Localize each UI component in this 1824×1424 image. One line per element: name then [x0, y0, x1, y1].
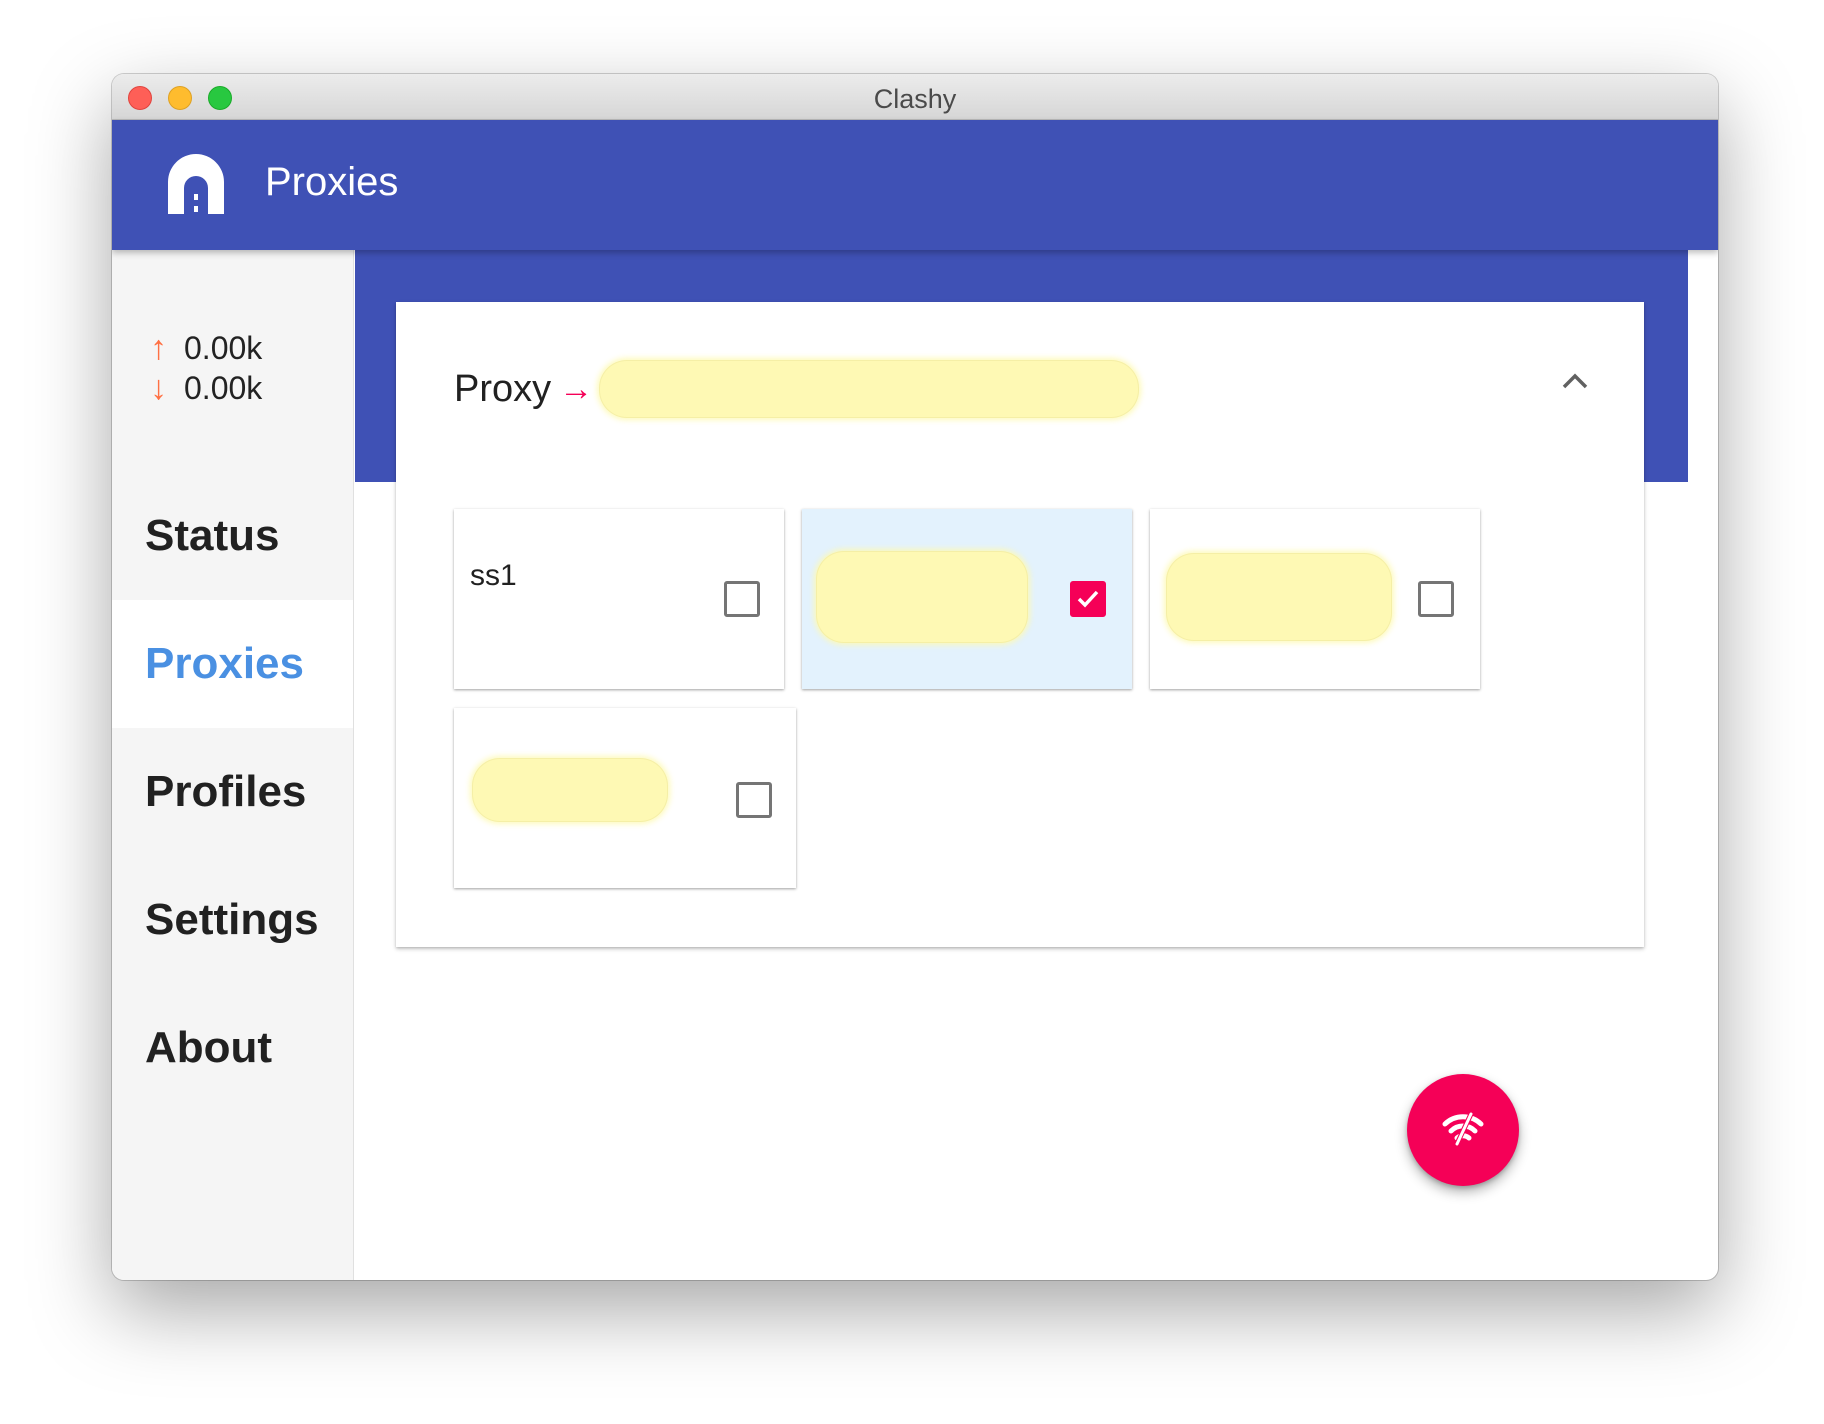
redacted-proxy-label	[816, 551, 1028, 643]
window-title: Clashy	[873, 84, 957, 114]
window-titlebar[interactable]: Clashy	[112, 74, 1718, 120]
selected-proxy-name	[599, 360, 1140, 418]
arrow-right-icon: →	[559, 369, 594, 408]
proxy-group-card: Proxy → ss1	[396, 302, 1644, 947]
proxy-checkbox[interactable]	[724, 581, 760, 617]
sidebar-item-about[interactable]: About	[112, 984, 353, 1112]
proxy-checkbox-checked[interactable]	[1070, 581, 1106, 617]
proxy-tile[interactable]: ss1	[454, 509, 784, 689]
upload-speed: ↑ 0.00k	[150, 328, 262, 368]
sidebar-item-status[interactable]: Status	[112, 472, 353, 600]
traffic-speed: ↑ 0.00k ↓ 0.00k	[150, 328, 262, 408]
proxy-tile[interactable]	[1150, 509, 1480, 689]
sidebar-item-profiles[interactable]: Profiles	[112, 728, 353, 856]
check-icon	[1077, 590, 1099, 608]
chevron-up-icon[interactable]	[1558, 364, 1592, 398]
wifi-off-icon	[1442, 1112, 1484, 1150]
sidebar: ↑ 0.00k ↓ 0.00k Status Proxies Profiles …	[112, 250, 354, 1280]
arrow-down-icon: ↓	[150, 368, 167, 407]
app-bar: Proxies	[112, 120, 1718, 250]
page-title: Proxies	[265, 160, 399, 204]
download-speed: ↓ 0.00k	[150, 368, 262, 408]
sidebar-item-settings[interactable]: Settings	[112, 856, 353, 984]
sidebar-nav: Status Proxies Profiles Settings About	[112, 472, 353, 1112]
redacted-proxy-label	[1166, 553, 1392, 641]
redacted-proxy-label	[472, 758, 668, 822]
tunnel-logo-icon	[168, 154, 224, 214]
sidebar-item-proxies[interactable]: Proxies	[112, 600, 353, 728]
download-speed-value: 0.00k	[184, 369, 263, 406]
proxy-tile-selected[interactable]	[802, 509, 1132, 689]
app-window: Clashy Proxies ↑ 0.00k ↓ 0.00k Status Pr…	[112, 74, 1718, 1280]
arrow-up-icon: ↑	[150, 328, 167, 367]
proxy-name: ss1	[470, 559, 517, 592]
proxy-group-header[interactable]: Proxy →	[454, 360, 1140, 418]
upload-speed-value: 0.00k	[184, 329, 263, 366]
proxy-tile[interactable]	[454, 708, 796, 888]
proxy-checkbox[interactable]	[736, 782, 772, 818]
connect-toggle-button[interactable]	[1407, 1074, 1519, 1186]
proxy-group-name: Proxy	[454, 367, 552, 410]
proxy-checkbox[interactable]	[1418, 581, 1454, 617]
